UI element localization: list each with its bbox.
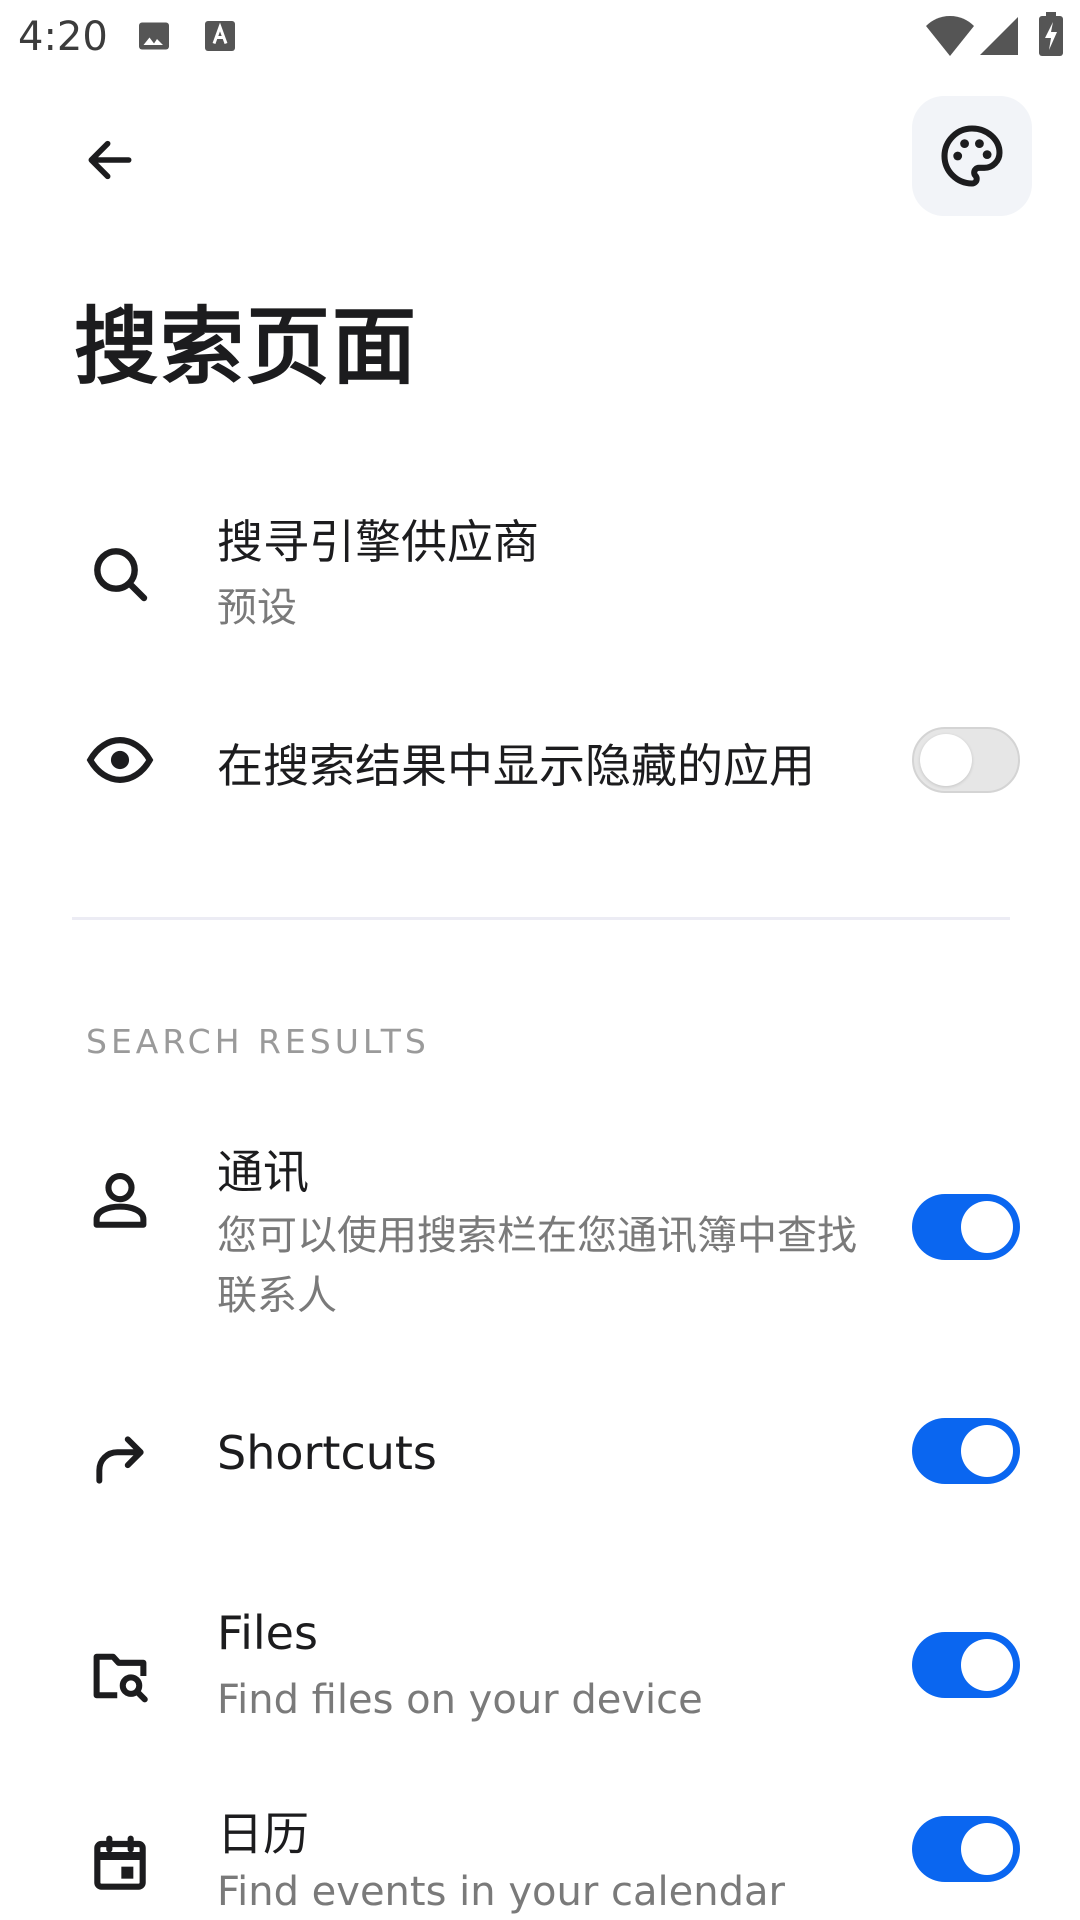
back-button[interactable] bbox=[70, 120, 150, 200]
keyboard-icon bbox=[202, 18, 238, 58]
calendar-setting[interactable]: 日历 Find events in your calendar bbox=[0, 1798, 1080, 1920]
calendar-toggle[interactable] bbox=[912, 1816, 1020, 1882]
image-icon bbox=[136, 18, 172, 58]
toggle-knob bbox=[961, 1639, 1013, 1691]
show-hidden-apps-setting[interactable]: 在搜索结果中显示隐藏的应用 bbox=[0, 710, 1080, 810]
calendar-icon bbox=[84, 1828, 156, 1900]
contacts-title: 通讯 bbox=[217, 1145, 309, 1199]
search-provider-setting[interactable]: 搜寻引擎供应商 预设 bbox=[0, 500, 1080, 650]
contacts-setting[interactable]: 通讯 您可以使用搜索栏在您通讯簿中查找联系人 bbox=[0, 1130, 1080, 1330]
battery-charging-icon bbox=[1038, 12, 1064, 60]
search-icon bbox=[84, 538, 156, 610]
arrow-left-icon bbox=[88, 140, 132, 180]
status-time: 4:20 bbox=[18, 14, 108, 60]
signal-icon bbox=[980, 16, 1018, 60]
wifi-icon bbox=[926, 16, 974, 60]
theme-palette-button[interactable] bbox=[912, 96, 1032, 216]
palette-icon bbox=[941, 125, 1003, 187]
show-hidden-apps-title: 在搜索结果中显示隐藏的应用 bbox=[217, 739, 815, 793]
status-bar: 4:20 bbox=[0, 0, 1080, 76]
person-icon bbox=[84, 1164, 156, 1236]
contacts-toggle[interactable] bbox=[912, 1194, 1020, 1260]
shortcuts-title: Shortcuts bbox=[217, 1426, 437, 1480]
search-provider-value: 预设 bbox=[217, 585, 297, 631]
files-title: Files bbox=[217, 1606, 318, 1660]
toggle-knob bbox=[961, 1823, 1013, 1875]
files-toggle[interactable] bbox=[912, 1632, 1020, 1698]
toggle-knob bbox=[920, 734, 972, 786]
page-title: 搜索页面 bbox=[74, 298, 419, 396]
eye-icon bbox=[84, 724, 156, 796]
shortcuts-toggle[interactable] bbox=[912, 1418, 1020, 1484]
shortcuts-setting[interactable]: Shortcuts bbox=[0, 1410, 1080, 1510]
files-setting[interactable]: Files Find files on your device bbox=[0, 1606, 1080, 1746]
toggle-knob bbox=[961, 1201, 1013, 1253]
calendar-description: Find events in your calendar bbox=[217, 1869, 785, 1915]
calendar-title: 日历 bbox=[217, 1807, 309, 1861]
files-description: Find files on your device bbox=[217, 1677, 703, 1723]
section-divider bbox=[72, 917, 1010, 920]
folder-search-icon bbox=[84, 1640, 156, 1712]
contacts-description: 您可以使用搜索栏在您通讯簿中查找联系人 bbox=[217, 1213, 857, 1319]
toggle-knob bbox=[961, 1425, 1013, 1477]
search-provider-title: 搜寻引擎供应商 bbox=[217, 515, 539, 569]
show-hidden-apps-toggle[interactable] bbox=[912, 727, 1020, 793]
shortcut-arrow-icon bbox=[84, 1424, 156, 1496]
search-results-header: SEARCH RESULTS bbox=[86, 1022, 430, 1061]
search-settings-screen: 4:20 搜索页面 搜寻引擎供应商 预设 在搜索结果中显示隐藏的应用 SEARC… bbox=[0, 0, 1080, 1920]
